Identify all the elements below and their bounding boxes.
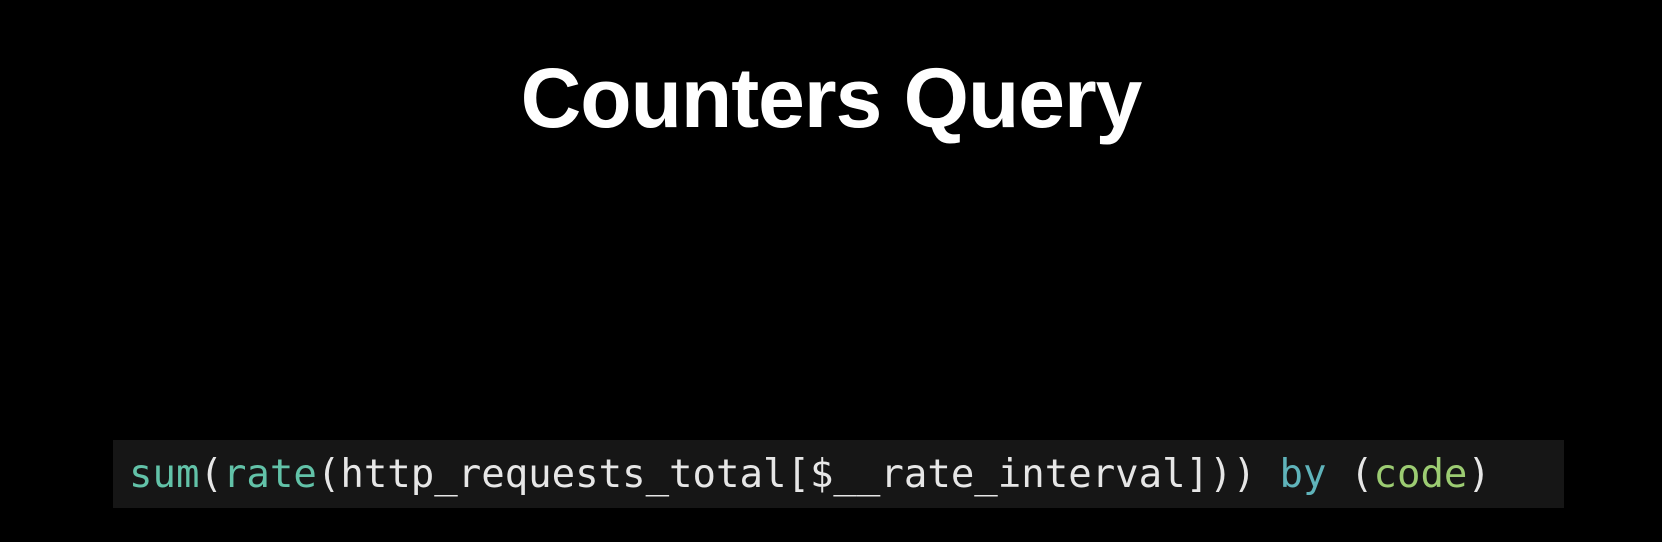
slide: Counters Query sum(rate (http_requests_to… <box>0 0 1662 542</box>
code-token-paren-open-grouping: ( <box>1326 451 1374 497</box>
code-token-paren-open: ( <box>199 451 223 497</box>
code-token-label-code: code <box>1373 451 1468 497</box>
slide-title: Counters Query <box>520 51 1143 145</box>
code-token-function-sum: sum <box>129 451 200 497</box>
code-snippet: sum(rate (http_requests_total[$__rate_int… <box>113 440 1564 508</box>
code-token-paren-close: ) <box>1467 451 1491 497</box>
code-token-keyword-by: by <box>1279 451 1327 497</box>
code-token-function-rate: rate <box>222 451 317 497</box>
code-token-metric-selector: (http_requests_total[$__rate_interval])) <box>316 451 1280 497</box>
